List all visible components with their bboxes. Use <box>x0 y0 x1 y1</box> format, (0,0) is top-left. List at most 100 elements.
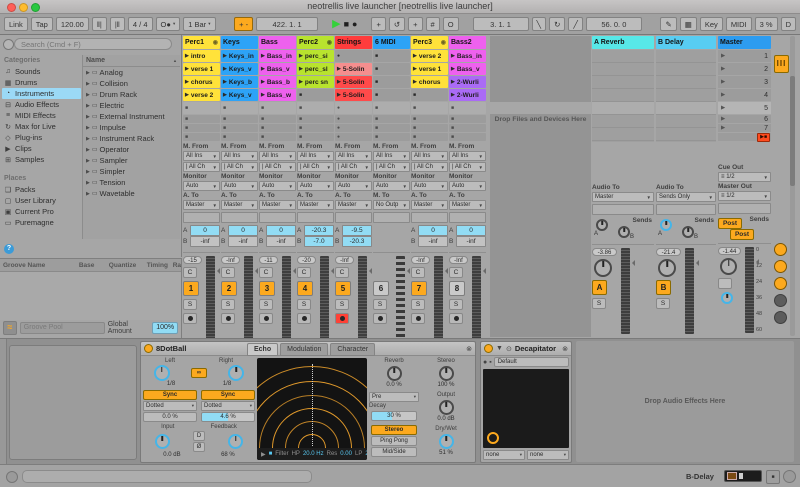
show-returns-toggle[interactable] <box>774 277 787 290</box>
show-mixer-toggle[interactable] <box>774 294 787 307</box>
track-menu-icon[interactable]: ◉ <box>327 39 332 46</box>
solo-button[interactable]: S <box>335 299 349 310</box>
list-item[interactable]: ▶▭Collision <box>83 78 180 89</box>
volume-knob[interactable] <box>658 259 676 277</box>
sidebar-item-plugins[interactable]: ◇Plug-ins <box>2 132 81 143</box>
pan-knob[interactable]: C <box>221 267 235 278</box>
zoom-button[interactable] <box>31 3 40 12</box>
clip-slot[interactable]: ▶2-Wurli <box>449 89 486 101</box>
empty-clip-slot[interactable]: ■ <box>259 102 296 114</box>
arm-button[interactable] <box>183 313 197 324</box>
scene-slot[interactable]: ▶6 <box>718 115 771 123</box>
empty-clip-slot[interactable]: ● <box>335 124 372 132</box>
clip-stop-slot[interactable]: ■ <box>259 133 296 141</box>
clip-stop-icon[interactable]: ■ <box>299 92 302 98</box>
sidebar-item-midi-effects[interactable]: ≡MIDI Effects <box>2 110 81 121</box>
volume-value[interactable]: -3.86 <box>592 248 617 256</box>
volume-value[interactable]: -11 <box>259 256 278 264</box>
dry-wet-knob[interactable] <box>439 434 454 449</box>
input-type-chooser[interactable]: All Ins▼ <box>221 151 258 161</box>
empty-clip-slot[interactable]: ■ <box>411 124 448 132</box>
sidebar-item-clips[interactable]: ▶Clips <box>2 143 81 154</box>
loop-start-field[interactable]: 3. 1. 1 <box>473 17 529 31</box>
stop-button[interactable]: ■ <box>344 19 349 29</box>
re-enable-automation-button[interactable]: + <box>408 17 422 31</box>
clip-slot[interactable]: ■ <box>297 89 334 101</box>
sidebar-item-instruments[interactable]: ◔Instruments <box>2 88 81 99</box>
empty-clip-slot[interactable]: ■ <box>411 102 448 114</box>
output-gain-knob[interactable] <box>439 400 454 415</box>
output-chooser[interactable]: Master▼ <box>259 200 296 210</box>
input-channel-chooser[interactable]: | All Ch▼ <box>183 162 220 172</box>
output-chooser[interactable]: Master▼ <box>592 192 654 202</box>
output-gain-value[interactable]: 0.0 dB <box>437 416 454 423</box>
empty-clip-slot[interactable]: ■ <box>373 89 410 101</box>
empty-clip-slot[interactable]: ■ <box>411 115 448 123</box>
scene-slot[interactable]: ▶1 <box>718 50 771 62</box>
send-a-knob[interactable] <box>596 219 608 231</box>
clip-slot[interactable]: ▶Bass_v <box>449 63 486 75</box>
time-signature-field[interactable]: 4 / 4 <box>128 17 153 31</box>
save-preset-icon[interactable]: ● <box>483 359 487 366</box>
solo-button[interactable]: S <box>449 299 463 310</box>
input-type-chooser[interactable]: All Ins▼ <box>411 151 448 161</box>
input-channel-chooser[interactable]: | All Ch▼ <box>411 162 448 172</box>
solo-button[interactable]: S <box>259 299 273 310</box>
name-column-header[interactable]: Name▲ <box>83 55 180 67</box>
track-header[interactable]: Master <box>718 36 771 49</box>
track-delay-field[interactable] <box>259 212 296 223</box>
empty-clip-slot[interactable]: ■ <box>373 102 410 114</box>
return-activator[interactable]: A <box>592 280 607 295</box>
session-record-button[interactable]: O <box>443 17 459 31</box>
sidebar-item-drums[interactable]: ▦Drums <box>2 77 81 88</box>
send-a-value[interactable]: 0 <box>418 225 448 236</box>
clip-play-icon[interactable]: ▶ <box>185 92 189 98</box>
track-menu-icon[interactable]: ◉ <box>213 39 218 46</box>
decay-slider[interactable]: 30 % <box>371 411 417 421</box>
level-meter[interactable] <box>472 256 481 342</box>
clip-slot[interactable]: ▶chorus <box>183 76 220 88</box>
clip-play-icon[interactable]: ▶ <box>185 79 189 85</box>
monitor-chooser[interactable]: Auto▼ <box>449 181 486 191</box>
track-activator[interactable]: 7 <box>411 281 427 296</box>
device-drop-area[interactable]: Drop Audio Effects Here <box>576 341 794 462</box>
stop-all-clips-button[interactable]: ▶■ <box>757 133 770 142</box>
scene-slot[interactable]: ▶7 <box>718 124 771 132</box>
scene-slot[interactable]: ▶4 <box>718 89 771 101</box>
list-item[interactable]: ▶▭Analog <box>83 67 180 78</box>
right-offset-value[interactable]: 4.6 % <box>201 412 255 422</box>
clip-slot[interactable]: ▶Bass_in <box>449 50 486 62</box>
clip-slot[interactable]: ▶5-Solin <box>335 89 372 101</box>
list-item[interactable]: ▶▭Drum Rack <box>83 89 180 100</box>
send-a-value[interactable]: -9.5 <box>342 225 372 236</box>
overdub-button[interactable]: + <box>371 17 385 31</box>
clip-play-icon[interactable]: ▶ <box>223 66 227 72</box>
empty-clip-slot[interactable]: ■ <box>221 124 258 132</box>
clip-play-icon[interactable]: ▶ <box>299 66 303 72</box>
clip-slot[interactable]: ▶verse 1 <box>183 63 220 75</box>
empty-clip-slot[interactable]: ■ <box>259 115 296 123</box>
metronome-button[interactable]: O● ▾ <box>156 17 181 31</box>
list-item[interactable]: ▶▭Wavetable <box>83 188 180 199</box>
show-delay-toggle[interactable] <box>774 311 787 324</box>
pan-knob[interactable]: C <box>259 267 273 278</box>
tempo-field[interactable]: 120.00 <box>56 17 89 31</box>
send-b-knob[interactable] <box>682 226 694 238</box>
track-delay-field[interactable] <box>373 212 410 223</box>
track-activator[interactable]: 4 <box>297 281 313 296</box>
clip-play-icon[interactable]: ▶ <box>261 66 265 72</box>
hot-swap-icon[interactable]: ⊗ <box>562 345 568 353</box>
sidebar-item-user-library[interactable]: ▢User Library <box>2 195 81 206</box>
clip-play-icon[interactable]: ▶ <box>413 53 417 59</box>
bank-chooser[interactable]: none▾ <box>483 450 525 460</box>
track-header[interactable]: Perc3◉ <box>411 36 448 49</box>
clip-slot[interactable]: ▶Keys_b <box>221 76 258 88</box>
device-view-handle[interactable] <box>0 339 7 466</box>
track-delay-field[interactable] <box>411 212 448 223</box>
crossfade-assign[interactable] <box>718 278 732 289</box>
input-channel-chooser[interactable]: | All Ch▼ <box>297 162 334 172</box>
scene-slot[interactable]: ▶3 <box>718 76 771 88</box>
plugin-panel[interactable] <box>483 369 569 448</box>
empty-clip-slot[interactable]: ■ <box>221 102 258 114</box>
stereo-width-knob[interactable] <box>439 366 454 381</box>
